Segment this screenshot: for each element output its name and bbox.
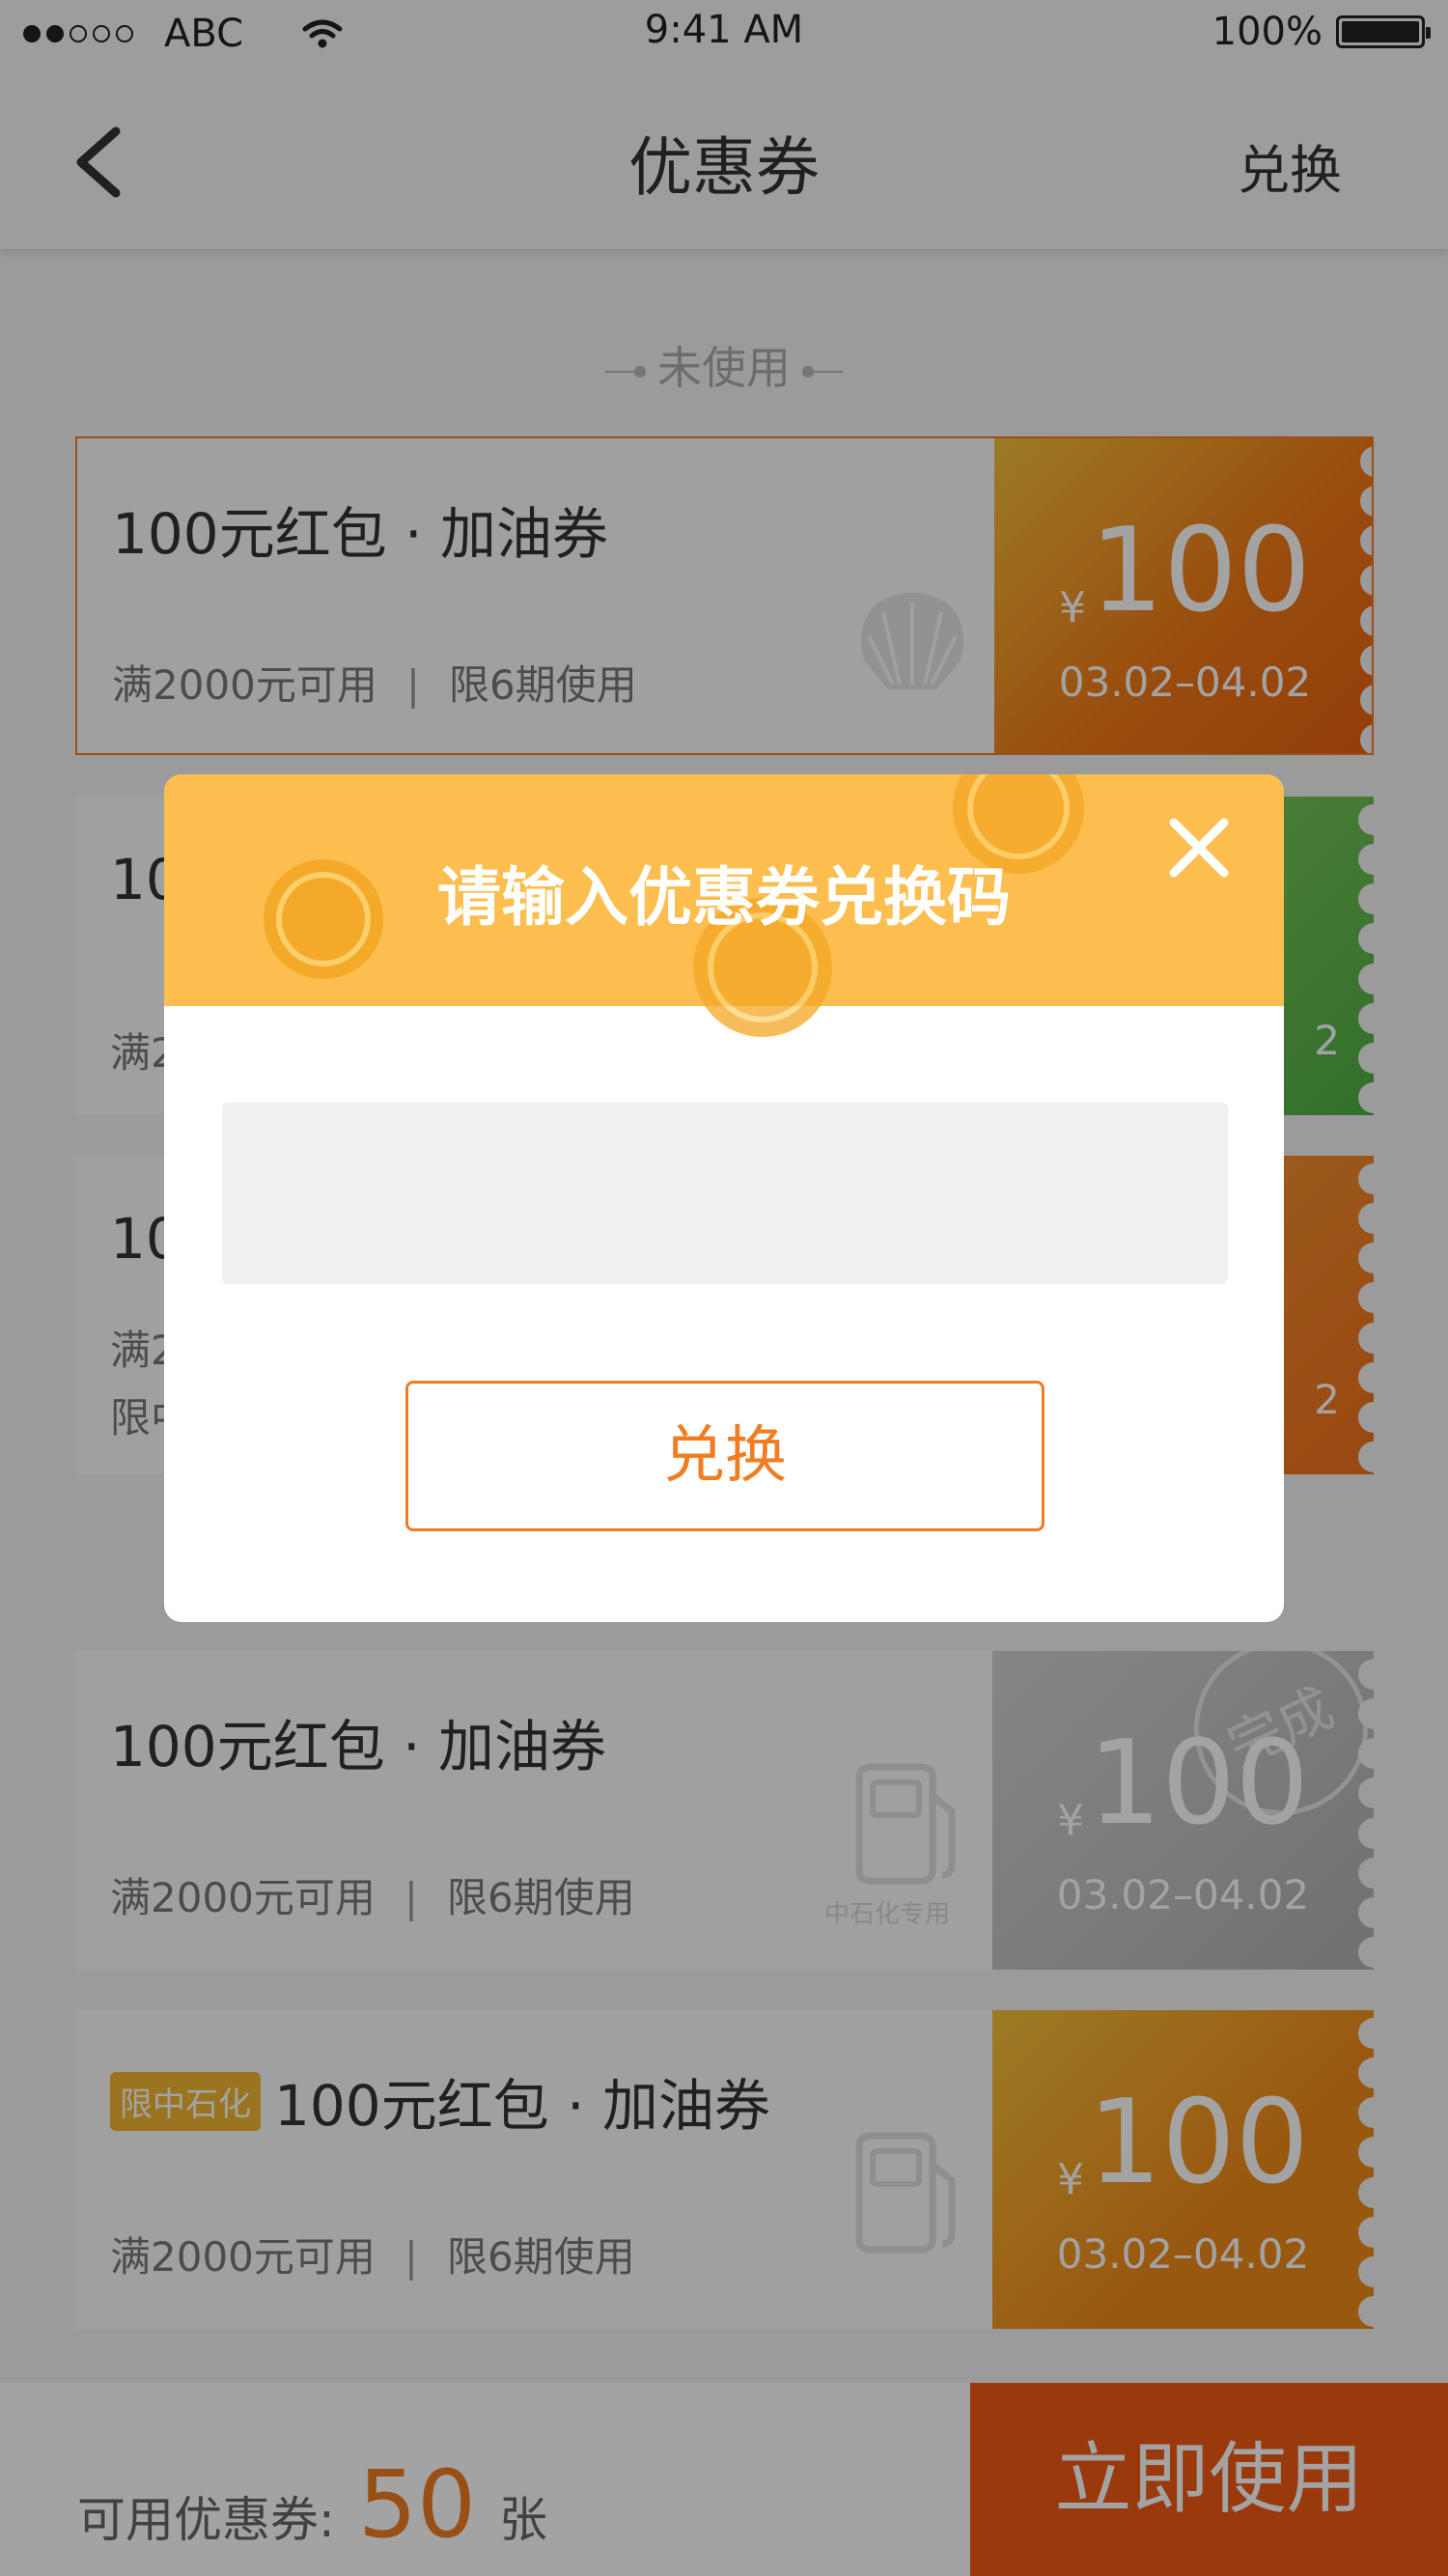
dialog-header: 请输入优惠券兑换码 (164, 774, 1284, 1037)
close-icon[interactable] (1164, 813, 1234, 882)
redeem-code-input[interactable] (222, 1103, 1228, 1284)
dialog-title: 请输入优惠券兑换码 (437, 860, 1011, 935)
redeem-code-dialog: 请输入优惠券兑换码 兑换 (164, 774, 1284, 1622)
exchange-button[interactable]: 兑换 (405, 1381, 1044, 1531)
